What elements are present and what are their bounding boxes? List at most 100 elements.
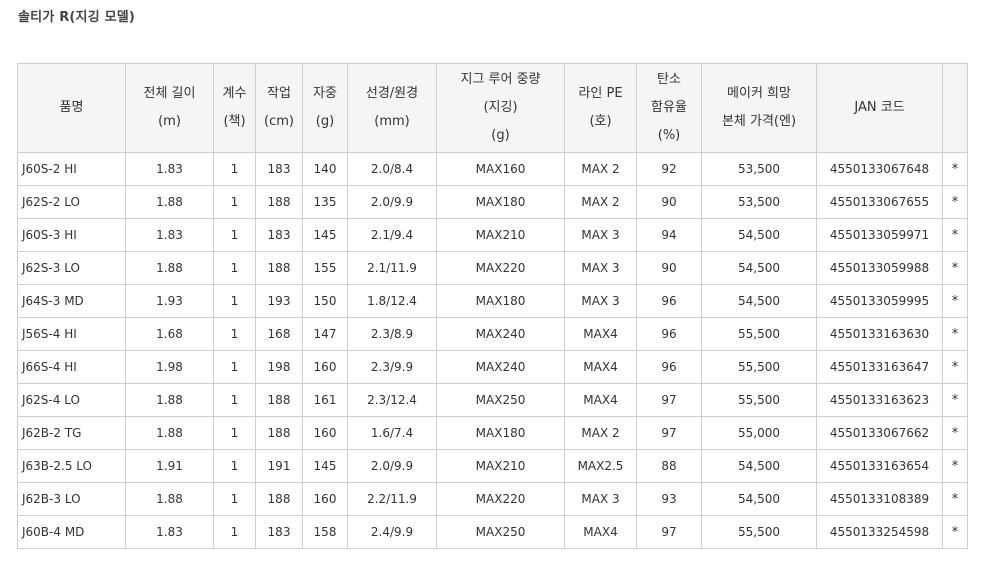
cell-product-name: J62S-2 LO bbox=[17, 185, 126, 219]
cell-sections: 1 bbox=[213, 416, 256, 450]
header-sections: 계수 (책) bbox=[213, 63, 256, 153]
header-line: 자중 bbox=[313, 86, 337, 101]
cell-closed-length: 188 bbox=[255, 416, 303, 450]
cell-note: * bbox=[942, 317, 968, 351]
cell-jan-code: 4550133059995 bbox=[816, 284, 943, 318]
cell-jan-code: 4550133059988 bbox=[816, 251, 943, 285]
cell-jig-weight: MAX250 bbox=[436, 383, 565, 417]
cell-jan-code: 4550133254598 bbox=[816, 515, 943, 549]
cell-carbon-content: 96 bbox=[636, 350, 702, 384]
cell-weight: 147 bbox=[302, 317, 348, 351]
cell-total-length: 1.88 bbox=[125, 416, 214, 450]
cell-total-length: 1.83 bbox=[125, 152, 214, 186]
cell-total-length: 1.88 bbox=[125, 185, 214, 219]
header-line-pe: 라인 PE (호) bbox=[564, 63, 637, 153]
cell-sections: 1 bbox=[213, 383, 256, 417]
cell-weight: 145 bbox=[302, 449, 348, 483]
cell-weight: 135 bbox=[302, 185, 348, 219]
cell-price: 55,500 bbox=[701, 515, 817, 549]
cell-product-name: J62B-3 LO bbox=[17, 482, 126, 516]
header-carbon-content: 탄소함유율 (%) bbox=[636, 63, 702, 153]
cell-price: 55,000 bbox=[701, 416, 817, 450]
table-row: J66S-4 HI 1.98 1 198 160 2.3/9.9 MAX240 MAX4 96 5… bbox=[17, 350, 968, 384]
cell-line-pe: MAX 3 bbox=[564, 482, 637, 516]
cell-price: 54,500 bbox=[701, 284, 817, 318]
header-line: (책) bbox=[223, 114, 246, 129]
cell-closed-length: 183 bbox=[255, 218, 303, 252]
cell-tip-butt-diameter: 2.0/9.9 bbox=[347, 449, 437, 483]
table-row: J60S-3 HI 1.83 1 183 145 2.1/9.4 MAX210 MAX 3 94… bbox=[17, 218, 968, 252]
table-row: J60S-2 HI 1.83 1 183 140 2.0/8.4 MAX160 MAX 2 92… bbox=[17, 152, 968, 186]
cell-product-name: J62S-3 LO bbox=[17, 251, 126, 285]
cell-jan-code: 4550133163623 bbox=[816, 383, 943, 417]
cell-closed-length: 198 bbox=[255, 350, 303, 384]
table-row: J64S-3 MD 1.93 1 193 150 1.8/12.4 MAX180 MAX 39… bbox=[17, 284, 968, 318]
cell-tip-butt-diameter: 1.8/12.4 bbox=[347, 284, 437, 318]
cell-price: 54,500 bbox=[701, 251, 817, 285]
cell-tip-butt-diameter: 2.1/11.9 bbox=[347, 251, 437, 285]
header-line: 품명 bbox=[59, 100, 84, 115]
cell-note: * bbox=[942, 515, 968, 549]
cell-total-length: 1.88 bbox=[125, 482, 214, 516]
cell-tip-butt-diameter: 2.3/8.9 bbox=[347, 317, 437, 351]
cell-jig-weight: MAX220 bbox=[436, 482, 565, 516]
cell-product-name: J64S-3 MD bbox=[17, 284, 126, 318]
header-weight: 자중 (g) bbox=[302, 63, 348, 153]
cell-tip-butt-diameter: 2.0/9.9 bbox=[347, 185, 437, 219]
cell-note: * bbox=[942, 482, 968, 516]
cell-note: * bbox=[942, 218, 968, 252]
cell-tip-butt-diameter: 1.6/7.4 bbox=[347, 416, 437, 450]
table-body: J60S-2 HI 1.83 1 183 140 2.0/8.4 MAX160 MAX 2 92… bbox=[17, 152, 968, 549]
cell-carbon-content: 92 bbox=[636, 152, 702, 186]
table-row: J62B-3 LO 1.88 1 188 160 2.2/11.9 MAX220 MAX 39… bbox=[17, 482, 968, 516]
cell-carbon-content: 97 bbox=[636, 416, 702, 450]
cell-jan-code: 4550133163630 bbox=[816, 317, 943, 351]
header-line: (%) bbox=[657, 128, 681, 143]
header-price: 메이커 희망 본체 가격(엔) bbox=[701, 63, 817, 153]
header-product-name: 품명 bbox=[17, 63, 126, 153]
cell-note: * bbox=[942, 284, 968, 318]
cell-tip-butt-diameter: 2.3/9.9 bbox=[347, 350, 437, 384]
cell-closed-length: 191 bbox=[255, 449, 303, 483]
cell-tip-butt-diameter: 2.1/9.4 bbox=[347, 218, 437, 252]
cell-sections: 1 bbox=[213, 515, 256, 549]
cell-weight: 161 bbox=[302, 383, 348, 417]
cell-weight: 155 bbox=[302, 251, 348, 285]
cell-weight: 160 bbox=[302, 482, 348, 516]
cell-line-pe: MAX 2 bbox=[564, 185, 637, 219]
cell-price: 53,500 bbox=[701, 152, 817, 186]
cell-carbon-content: 90 bbox=[636, 185, 702, 219]
table-row: J62S-3 LO 1.88 1 188 155 2.1/11.9 MAX220 MAX 39… bbox=[17, 251, 968, 285]
cell-sections: 1 bbox=[213, 218, 256, 252]
cell-total-length: 1.88 bbox=[125, 251, 214, 285]
table-row: J62S-4 LO 1.88 1 188 161 2.3/12.4 MAX250 MAX4 97… bbox=[17, 383, 968, 417]
cell-closed-length: 193 bbox=[255, 284, 303, 318]
cell-product-name: J66S-4 HI bbox=[17, 350, 126, 384]
header-line: (cm) bbox=[264, 114, 294, 129]
cell-jan-code: 4550133067648 bbox=[816, 152, 943, 186]
table-row: J62B-2 TG 1.88 1 188 160 1.6/7.4 MAX180 MAX 2 97… bbox=[17, 416, 968, 450]
header-line: 전체 길이 bbox=[143, 86, 196, 101]
header-line: 탄소 bbox=[657, 72, 681, 87]
cell-product-name: J62S-4 LO bbox=[17, 383, 126, 417]
cell-product-name: J60S-3 HI bbox=[17, 218, 126, 252]
cell-jig-weight: MAX240 bbox=[436, 350, 565, 384]
cell-tip-butt-diameter: 2.0/8.4 bbox=[347, 152, 437, 186]
cell-product-name: J56S-4 HI bbox=[17, 317, 126, 351]
table-row: J60B-4 MD 1.83 1 183 158 2.4/9.9 MAX250 MAX4 97 5… bbox=[17, 515, 968, 549]
cell-line-pe: MAX4 bbox=[564, 350, 637, 384]
header-line: 본체 가격(엔) bbox=[721, 114, 797, 129]
header-line: 함유율 bbox=[651, 100, 687, 115]
cell-jig-weight: MAX220 bbox=[436, 251, 565, 285]
cell-line-pe: MAX 2 bbox=[564, 416, 637, 450]
cell-closed-length: 188 bbox=[255, 251, 303, 285]
header-jig-weight: 지그 루어 중량 (지깅) (g) bbox=[436, 63, 565, 153]
cell-sections: 1 bbox=[213, 284, 256, 318]
cell-line-pe: MAX 2 bbox=[564, 152, 637, 186]
cell-closed-length: 188 bbox=[255, 482, 303, 516]
cell-total-length: 1.83 bbox=[125, 515, 214, 549]
table-row: J62S-2 LO 1.88 1 188 135 2.0/9.9 MAX180 MAX 2 90… bbox=[17, 185, 968, 219]
cell-jan-code: 4550133163654 bbox=[816, 449, 943, 483]
cell-carbon-content: 96 bbox=[636, 284, 702, 318]
header-jan-code: JAN 코드 bbox=[816, 63, 943, 153]
